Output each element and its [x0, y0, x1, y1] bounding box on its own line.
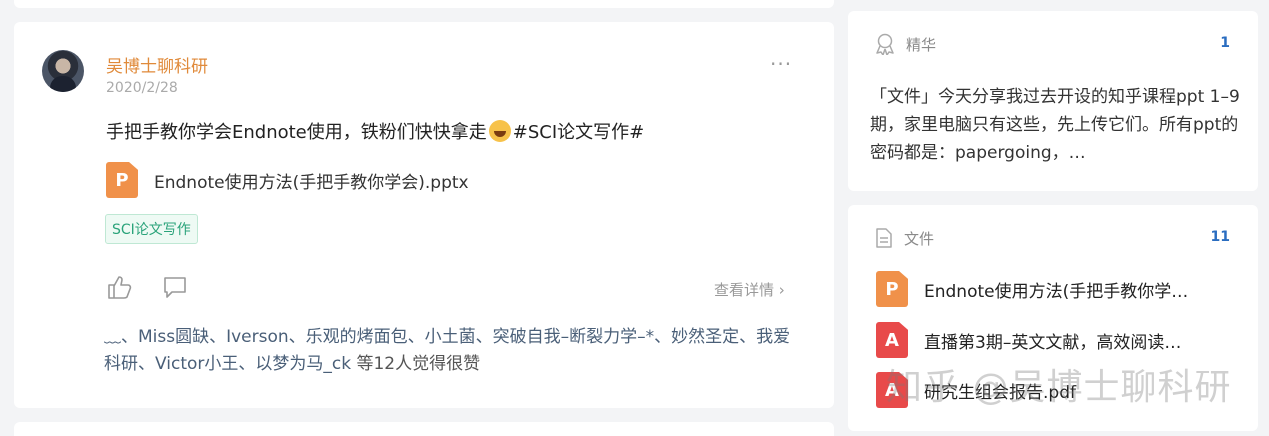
- post-card: 吴博士聊科研 2020/2/28 ··· 手把手教你学会Endnote使用，铁粉…: [14, 22, 834, 408]
- post-hashtag[interactable]: #SCI论文写作#: [513, 122, 644, 143]
- post-title[interactable]: 手把手教你学会Endnote使用，铁粉们快快拿走 #SCI论文写作#: [106, 118, 644, 144]
- likers-list: ﹏、Miss圆缺、Iverson、乐观的烤面包、小土菌、突破自我–断裂力学–*、…: [104, 324, 794, 378]
- pdf-file-icon: A: [876, 322, 908, 358]
- likers-count: 等12人觉得很赞: [351, 354, 481, 374]
- featured-label: 精华: [906, 35, 937, 54]
- attachment[interactable]: P Endnote使用方法(手把手教你学会).pptx: [106, 162, 469, 198]
- thumbs-up-icon[interactable]: [107, 274, 133, 300]
- file-item-2[interactable]: A 直播第3期–英文文献，高效阅读…: [876, 322, 1181, 358]
- featured-count: 1: [1220, 35, 1230, 51]
- topic-tag[interactable]: SCI论文写作: [105, 214, 198, 244]
- previous-post-card: [14, 0, 834, 8]
- ppt-file-icon: P: [106, 162, 138, 198]
- zhihu-watermark: 知乎 @吴博士聊科研: [886, 367, 1232, 408]
- next-post-card: [14, 422, 834, 436]
- file-item-1[interactable]: P Endnote使用方法(手把手教你学…: [876, 271, 1188, 307]
- comment-icon[interactable]: [162, 274, 188, 300]
- files-header[interactable]: 文件: [874, 227, 934, 249]
- attachment-name: Endnote使用方法(手把手教你学会).pptx: [154, 172, 469, 193]
- post-title-text: 手把手教你学会Endnote使用，铁粉们快快拿走: [106, 122, 487, 143]
- post-date: 2020/2/28: [106, 80, 178, 96]
- files-label: 文件: [904, 229, 935, 248]
- file-item-name: Endnote使用方法(手把手教你学…: [924, 281, 1189, 302]
- grin-emoji-icon: [488, 120, 511, 142]
- author-name[interactable]: 吴博士聊科研: [106, 52, 208, 77]
- featured-card[interactable]: 精华 1 「文件」今天分享我过去开设的知乎课程ppt 1–9期，家里电脑只有这些…: [848, 11, 1258, 191]
- ppt-file-icon: P: [876, 271, 908, 307]
- more-options-icon[interactable]: ···: [770, 52, 792, 76]
- award-ribbon-icon: [876, 33, 894, 55]
- view-details-link[interactable]: 查看详情 ›: [714, 279, 785, 300]
- featured-excerpt[interactable]: 「文件」今天分享我过去开设的知乎课程ppt 1–9期，家里电脑只有这些，先上传它…: [870, 83, 1240, 167]
- document-icon: [876, 228, 892, 248]
- featured-header: 精华: [874, 33, 936, 55]
- avatar[interactable]: [42, 50, 84, 92]
- files-count: 11: [1210, 229, 1230, 245]
- file-item-name: 直播第3期–英文文献，高效阅读…: [924, 332, 1182, 353]
